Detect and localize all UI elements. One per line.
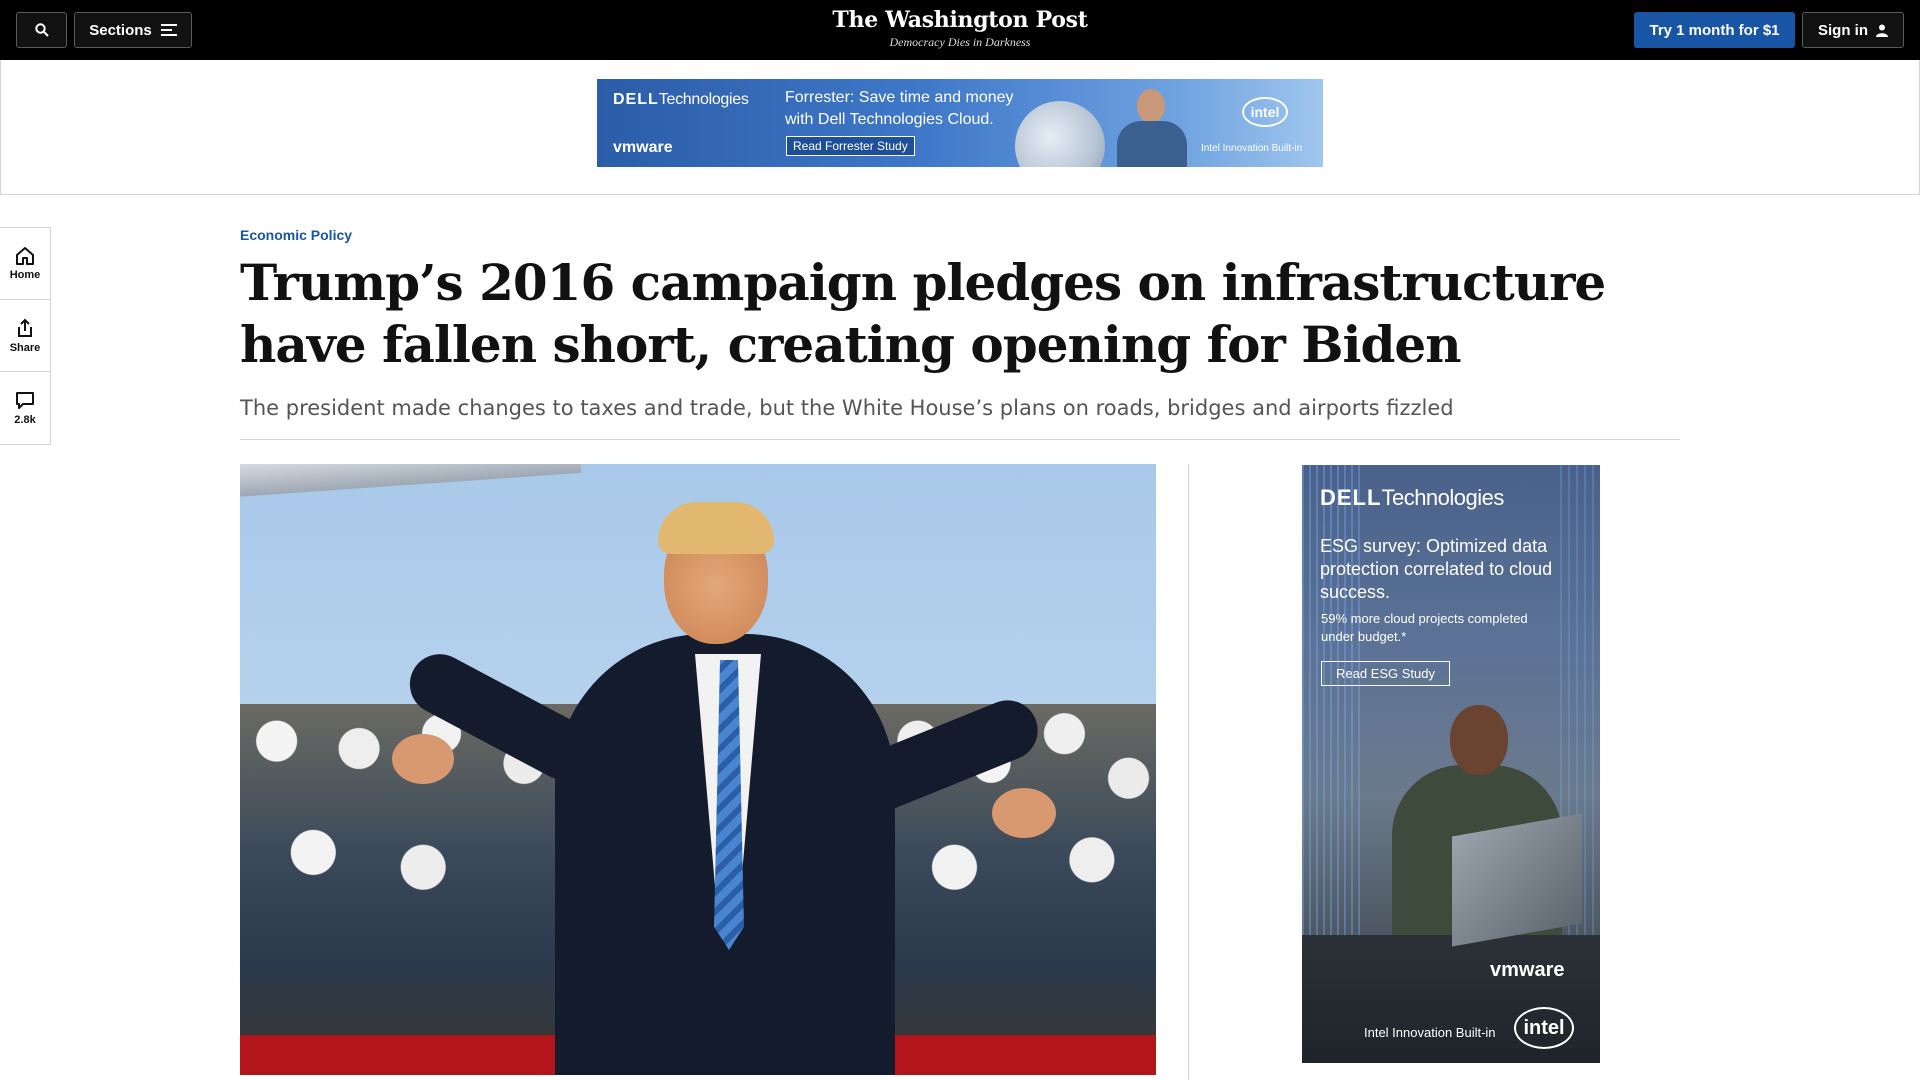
photo-beam — [240, 464, 582, 498]
brand-tagline: Democracy Dies in Darkness — [889, 35, 1031, 49]
dell-logo: DELLTechnologies — [613, 91, 749, 108]
side-ad-headline: ESG survey: Optimized data protection co… — [1320, 536, 1553, 602]
vmware-logo: vmware — [1490, 959, 1565, 981]
intel-logo: intel — [1242, 97, 1288, 127]
vmware-logo: vmware — [613, 139, 673, 156]
header-divider — [240, 439, 1680, 440]
intel-logo: intel — [1514, 1007, 1574, 1049]
photo-right-hand — [992, 788, 1056, 838]
ad-laptop-image — [1452, 813, 1582, 947]
share-label: Share — [9, 341, 41, 354]
photo-left-hand — [392, 734, 454, 784]
hero-photo[interactable] — [240, 464, 1156, 1075]
top-ad-headline: Forrester: Save time and money with Dell… — [785, 89, 1014, 128]
home-label: Home — [9, 269, 41, 281]
photo-hair — [658, 502, 774, 554]
article-kicker[interactable]: Economic Policy — [240, 227, 352, 243]
home-icon — [16, 247, 34, 265]
user-icon — [1876, 24, 1888, 37]
intel-tagline: Intel Innovation Built-in — [1201, 143, 1303, 154]
sign-in-button[interactable]: Sign in — [1802, 12, 1904, 48]
comment-icon — [16, 391, 34, 409]
article-dek: The president made changes to taxes and … — [240, 396, 1454, 420]
rail-comments-button[interactable]: 2.8k — [0, 372, 50, 444]
sign-in-label: Sign in — [1818, 21, 1868, 39]
comments-count: 2.8k — [14, 413, 36, 426]
top-nav-bar: Sections The Washington Post Democracy D… — [0, 0, 1920, 60]
side-ad-cta-button[interactable]: Read ESG Study — [1321, 661, 1450, 686]
rail-share-button[interactable]: Share — [0, 300, 50, 372]
brand-logo[interactable]: The Washington Post Democracy Dies in Da… — [0, 6, 1920, 50]
left-action-rail: Home Share 2.8k — [0, 227, 51, 445]
article-headline: Trump’s 2016 campaign pledges on infrast… — [240, 253, 1606, 374]
top-banner-ad[interactable]: DELLTechnologies vmware Forrester: Save … — [597, 79, 1323, 167]
dell-logo: DELLTechnologies — [1320, 485, 1504, 510]
rail-home-button[interactable]: Home — [0, 228, 50, 300]
share-icon — [18, 318, 32, 337]
side-ad[interactable]: DELLTechnologies ESG survey: Optimized d… — [1302, 465, 1600, 1063]
side-ad-body: 59% more cloud projects completed under … — [1321, 611, 1528, 644]
subscribe-button[interactable]: Try 1 month for $1 — [1634, 12, 1795, 48]
brand-name: The Washington Post — [832, 7, 1088, 33]
column-divider — [1188, 464, 1189, 1080]
intel-built-in-text: Intel Innovation Built-in — [1364, 1025, 1496, 1040]
ad-person-image — [1117, 87, 1187, 167]
top-ad-cta-button[interactable]: Read Forrester Study — [786, 136, 915, 156]
